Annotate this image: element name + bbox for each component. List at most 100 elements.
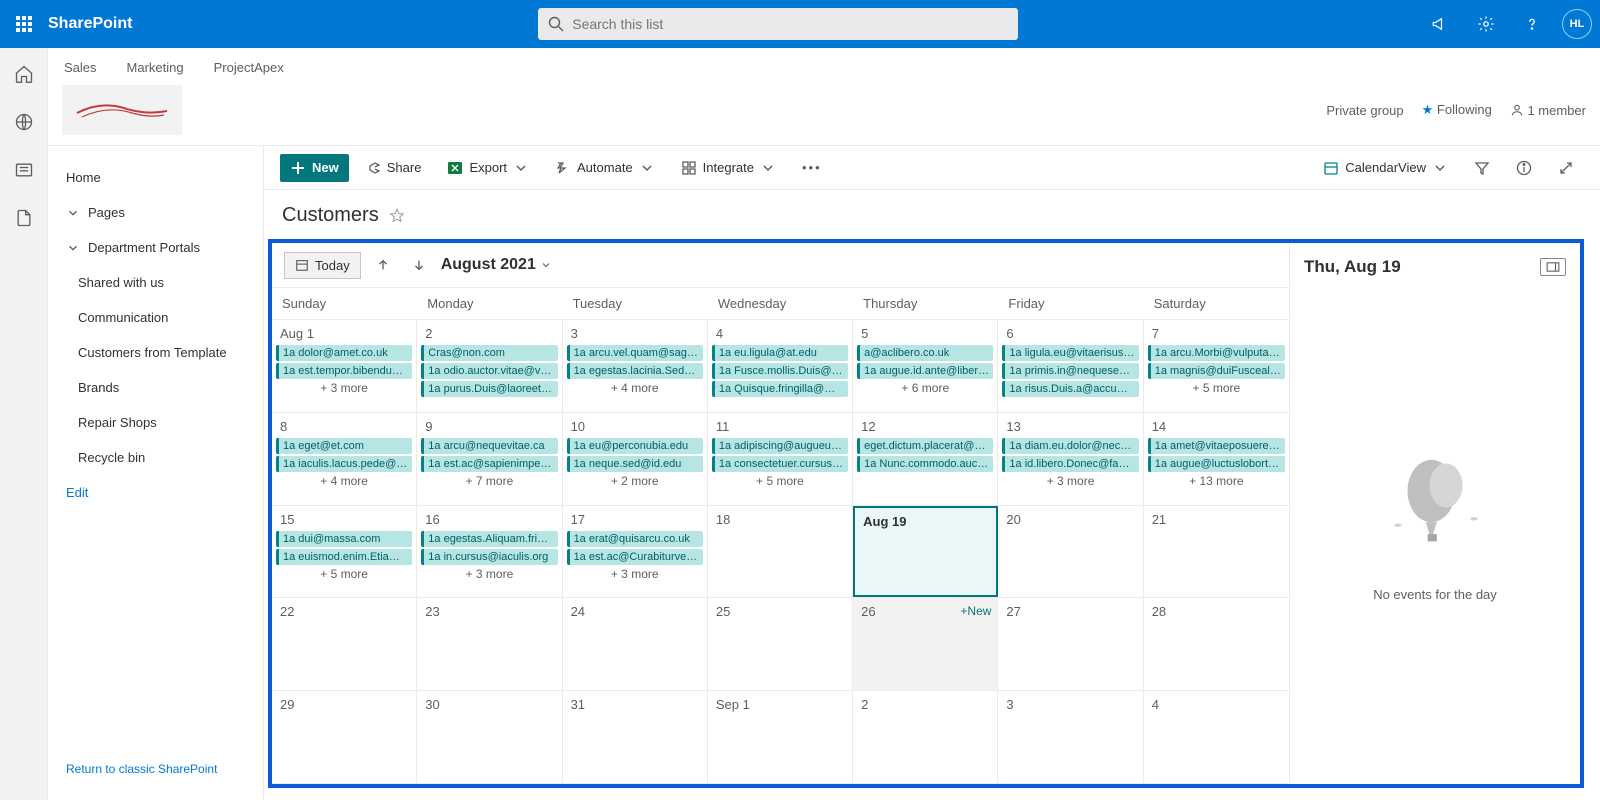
globe-rail-icon[interactable] [6,104,42,140]
search-input[interactable] [572,16,1008,32]
export-button[interactable]: Export [437,154,539,182]
calendar-day[interactable]: 12eget.dictum.placerat@ma…1a Nunc.commod… [853,413,998,505]
calendar-day[interactable]: 71a arcu.Morbi@vulputate…1a magnis@duiFu… [1144,320,1289,412]
calendar-event[interactable]: 1a diam.eu.dolor@necme… [1002,438,1138,454]
month-picker[interactable]: August 2021 [441,256,552,274]
calendar-event[interactable]: 1a adipiscing@augueut.ca [712,438,848,454]
calendar-day[interactable]: 22 [272,598,417,690]
calendar-event[interactable]: 1a Fusce.mollis.Duis@orci… [712,363,848,379]
calendar-event[interactable]: 1a est.ac@sapienimperi… [421,456,557,472]
info-button[interactable] [1506,154,1542,182]
calendar-day[interactable]: 91a arcu@nequevitae.ca1a est.ac@sapienim… [417,413,562,505]
view-selector[interactable]: CalendarView [1313,154,1458,182]
calendar-day[interactable]: 81a eget@et.com1a iaculis.lacus.pede@ult… [272,413,417,505]
calendar-event[interactable]: 1a arcu.Morbi@vulputate… [1148,345,1285,361]
more-button[interactable]: ••• [792,154,832,181]
more-events-link[interactable]: + 13 more [1148,472,1285,490]
nav-pages[interactable]: Pages [48,195,263,230]
calendar-day[interactable]: 25 [708,598,853,690]
expand-button[interactable] [1548,154,1584,182]
share-button[interactable]: Share [355,154,432,182]
follow-toggle[interactable]: ★ Following [1422,102,1492,118]
more-events-link[interactable]: + 5 more [712,472,848,490]
help-icon[interactable] [1516,8,1548,40]
calendar-day[interactable]: 161a egestas.Aliquam.fringil…1a in.cursu… [417,506,562,598]
calendar-event[interactable]: 1a Quisque.fringilla@Mor… [712,381,848,397]
nav-item[interactable]: Brands [48,370,263,405]
files-rail-icon[interactable] [6,200,42,236]
calendar-event[interactable]: 1a eu.ligula@at.edu [712,345,848,361]
nav-item[interactable]: Repair Shops [48,405,263,440]
today-button[interactable]: Today [284,252,361,279]
calendar-day[interactable]: 31 [563,691,708,783]
calendar-day[interactable]: 5a@aclibero.co.uk1a augue.id.ante@libero… [853,320,998,412]
calendar-day[interactable]: 151a dui@massa.com1a euismod.enim.Etiam@… [272,506,417,598]
calendar-day[interactable]: 29 [272,691,417,783]
hub-link-sales[interactable]: Sales [64,60,97,75]
calendar-event[interactable]: 1a neque.sed@id.edu [567,456,703,472]
nav-edit[interactable]: Edit [48,475,263,510]
calendar-event[interactable]: 1a amet@vitaeposuereat… [1148,438,1285,454]
calendar-day[interactable]: 26+New [853,598,998,690]
calendar-day[interactable]: 2 [853,691,998,783]
megaphone-icon[interactable] [1424,8,1456,40]
more-events-link[interactable]: + 7 more [421,472,557,490]
calendar-day[interactable]: 20 [998,506,1143,598]
calendar-event[interactable]: 1a risus.Duis.a@accumsa… [1002,381,1138,397]
more-events-link[interactable]: + 4 more [567,379,703,397]
nav-home[interactable]: Home [48,160,263,195]
calendar-event[interactable]: 1a iaculis.lacus.pede@ultr… [276,456,412,472]
app-launcher-icon[interactable] [8,8,40,40]
calendar-event[interactable]: 1a ligula.eu@vitaerisus.ca [1002,345,1138,361]
integrate-button[interactable]: Integrate [671,154,786,182]
calendar-day[interactable]: 61a ligula.eu@vitaerisus.ca1a primis.in@… [998,320,1143,412]
calendar-event[interactable]: 1a in.cursus@iaculis.org [421,549,557,565]
calendar-event[interactable]: 1a dolor@amet.co.uk [276,345,412,361]
calendar-event[interactable]: 1a arcu.vel.quam@sagitti… [567,345,703,361]
nav-item[interactable]: Customers from Template [48,335,263,370]
classic-link[interactable]: Return to classic SharePoint [48,752,263,786]
calendar-day[interactable]: Aug 11a dolor@amet.co.uk1a est.tempor.bi… [272,320,417,412]
calendar-event[interactable]: 1a egestas.Aliquam.fringil… [421,531,557,547]
more-events-link[interactable]: + 2 more [567,472,703,490]
more-events-link[interactable]: + 3 more [276,379,412,397]
calendar-day[interactable]: 24 [563,598,708,690]
app-name[interactable]: SharePoint [48,15,132,33]
calendar-day[interactable]: 31a arcu.vel.quam@sagitti…1a egestas.lac… [563,320,708,412]
nav-item[interactable]: Recycle bin [48,440,263,475]
news-rail-icon[interactable] [6,152,42,188]
hub-link-marketing[interactable]: Marketing [127,60,184,75]
calendar-event[interactable]: 1a erat@quisarcu.co.uk [567,531,703,547]
automate-button[interactable]: Automate [545,154,665,182]
calendar-day[interactable]: 27 [998,598,1143,690]
next-month-button[interactable] [405,251,433,279]
user-avatar[interactable]: HL [1562,9,1592,39]
panel-collapse-button[interactable] [1540,258,1566,276]
calendar-day[interactable]: Aug 19 [853,506,998,598]
calendar-day[interactable]: 23 [417,598,562,690]
calendar-day[interactable]: 4 [1144,691,1289,783]
calendar-event[interactable]: 1a arcu@nequevitae.ca [421,438,557,454]
calendar-event[interactable]: 1a dui@massa.com [276,531,412,547]
calendar-event[interactable]: 1a Nunc.commodo.auctor… [857,456,993,472]
calendar-event[interactable]: 1a consectetuer.cursus.et… [712,456,848,472]
calendar-event[interactable]: 1a magnis@duiFuscealiqu… [1148,363,1285,379]
home-rail-icon[interactable] [6,56,42,92]
calendar-day[interactable]: 141a amet@vitaeposuereat…1a augue@luctus… [1144,413,1289,505]
prev-month-button[interactable] [369,251,397,279]
calendar-day[interactable]: Sep 1 [708,691,853,783]
nav-item[interactable]: Communication [48,300,263,335]
calendar-event[interactable]: 1a eu@perconubia.edu [567,438,703,454]
gear-icon[interactable] [1470,8,1502,40]
calendar-event[interactable]: 1a augue@luctuslobortis… [1148,456,1285,472]
calendar-day[interactable]: 2Cras@non.com1a odio.auctor.vitae@vel…1a… [417,320,562,412]
calendar-event[interactable]: 1a euismod.enim.Etiam@… [276,549,412,565]
more-events-link[interactable]: + 3 more [421,565,557,583]
more-events-link[interactable]: + 3 more [567,565,703,583]
add-event-button[interactable]: +New [960,604,991,618]
calendar-day[interactable]: 21 [1144,506,1289,598]
more-events-link[interactable]: + 6 more [857,379,993,397]
calendar-day[interactable]: 111a adipiscing@augueut.ca1a consectetue… [708,413,853,505]
favorite-icon[interactable] [389,208,405,224]
search-box[interactable] [538,8,1018,40]
